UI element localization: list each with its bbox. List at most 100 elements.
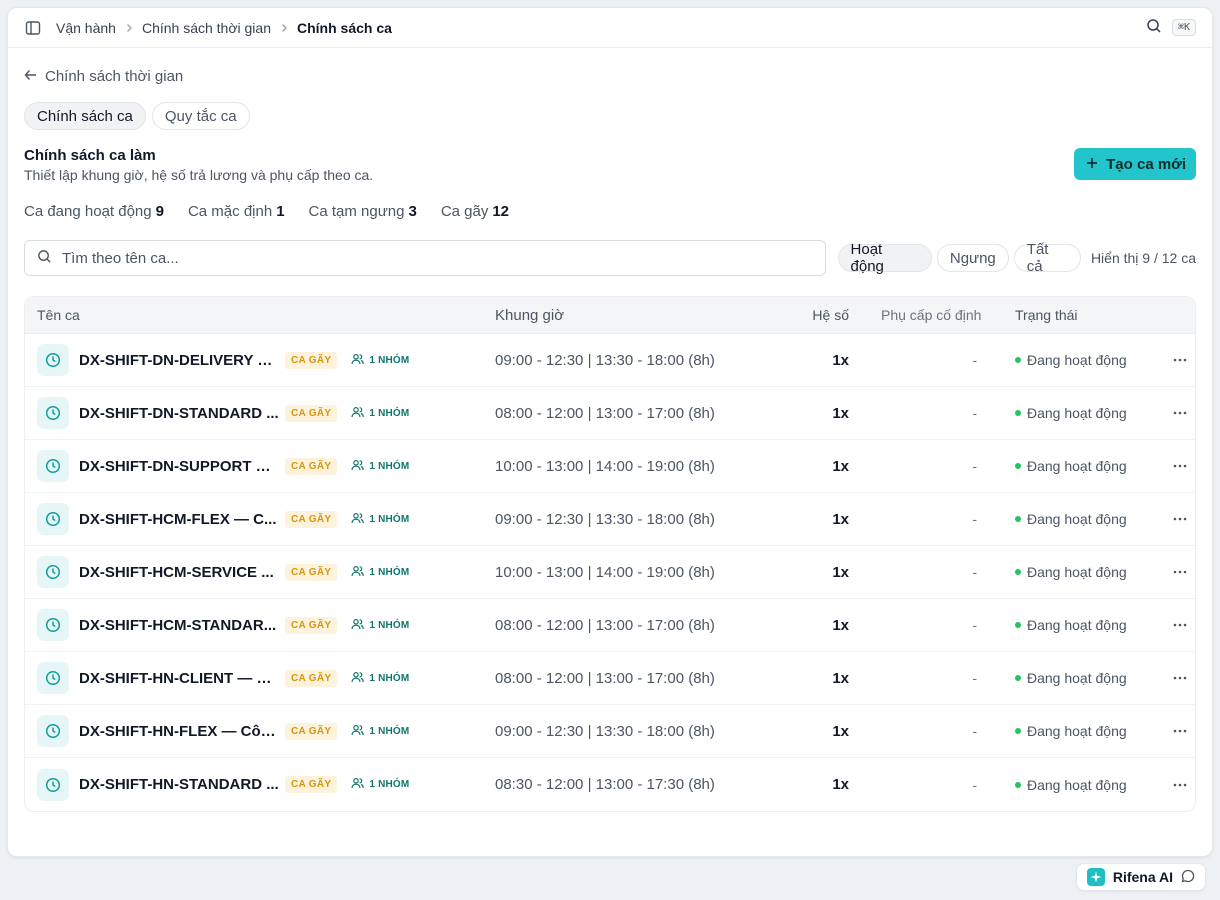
shift-allowance: - [972,723,977,739]
more-horizontal-icon[interactable] [1165,464,1195,468]
table-row[interactable]: DX-SHIFT-HN-STANDARD ... CA GÃY 1 NHÓM 0… [25,758,1195,811]
more-horizontal-icon[interactable] [1165,783,1195,787]
table-row[interactable]: DX-SHIFT-HCM-STANDAR... CA GÃY 1 NHÓM 08… [25,599,1195,652]
stat-label: Ca mặc định [187,203,273,220]
users-icon [351,724,365,739]
table-row[interactable]: DX-SHIFT-HN-CLIENT — Dị... CA GÃY 1 NHÓM… [25,652,1195,705]
more-horizontal-icon[interactable] [1165,623,1195,627]
chevron-right-icon [125,23,133,33]
shift-coefficient: 1x [832,563,849,581]
filter-paused[interactable]: Ngưng [936,244,1009,272]
shift-name: DX-SHIFT-HN-FLEX — Côn... [79,722,279,740]
back-link[interactable]: Chính sách thời gian [24,62,1196,90]
shift-coefficient: 1x [832,351,849,369]
shift-allowance: - [972,511,977,527]
search-box [24,240,826,276]
table-row[interactable]: DX-SHIFT-DN-STANDARD ... CA GÃY 1 NHÓM 0… [25,387,1195,440]
shift-status: Đang hoạt động [1003,458,1165,474]
column-header-status[interactable]: Trạng thái [1003,307,1165,323]
column-header-name[interactable]: Tên ca [25,307,495,323]
clock-icon [37,503,69,535]
search-input[interactable] [62,249,813,267]
shift-name: DX-SHIFT-HCM-FLEX — C... [79,510,277,528]
tab-shift-rules[interactable]: Quy tắc ca [151,102,250,130]
group-count-label: 1 NHÓM [369,779,410,790]
shift-coefficient: 1x [832,510,849,528]
status-dot [1015,675,1021,681]
arrow-left-icon [24,68,37,85]
breadcrumb-item-shift-policy: Chính sách ca [297,19,392,36]
group-count-label: 1 NHÓM [369,460,410,472]
more-horizontal-icon[interactable] [1165,517,1195,521]
status-dot [1015,569,1021,575]
table-row[interactable]: DX-SHIFT-HCM-FLEX — C... CA GÃY 1 NHÓM 0… [25,493,1195,546]
more-horizontal-icon[interactable] [1165,729,1195,733]
table-row[interactable]: DX-SHIFT-HN-FLEX — Côn... CA GÃY 1 NHÓM … [25,705,1195,758]
clock-icon [37,662,69,694]
status-label: Đang hoạt động [1027,776,1127,793]
broken-shift-badge: CA GÃY [285,510,338,528]
chat-icon [1181,869,1195,886]
filter-all[interactable]: Tất cả [1013,241,1081,275]
table-row[interactable]: DX-SHIFT-HCM-SERVICE ... CA GÃY 1 NHÓM 1… [25,546,1195,599]
shift-status: Đang hoạt động [1003,405,1165,421]
search-icon[interactable] [1146,18,1162,37]
more-horizontal-icon[interactable] [1165,411,1195,415]
stat-value: 1 [276,203,285,220]
table-row[interactable]: DX-SHIFT-DN-DELIVERY —... CA GÃY 1 NHÓM … [25,334,1195,387]
shift-name-cell: DX-SHIFT-HN-CLIENT — Dị... CA GÃY 1 NHÓM [25,662,495,694]
shift-name-cell: DX-SHIFT-DN-DELIVERY —... CA GÃY 1 NHÓM [25,344,495,376]
stat-value: 12 [492,203,510,220]
shift-coefficient: 1x [832,669,849,687]
shift-status: Đang hoạt động [1003,670,1165,686]
column-header-time[interactable]: Khung giờ [495,307,757,324]
stat-label: Ca gãy [440,203,489,220]
sidebar-toggle-icon[interactable] [24,19,42,37]
shift-name-cell: DX-SHIFT-HN-STANDARD ... CA GÃY 1 NHÓM [25,768,495,801]
filter-active[interactable]: Hoạt động [837,241,932,275]
more-horizontal-icon[interactable] [1165,570,1195,574]
clock-icon [37,556,69,588]
tab-bar: Chính sách ca Quy tắc ca [24,102,1196,130]
shift-name: DX-SHIFT-HN-CLIENT — Dị... [79,669,279,687]
users-icon [351,512,365,527]
column-header-allowance[interactable]: Phụ cấp cố định [859,307,1003,323]
status-dot [1015,781,1021,788]
group-count: 1 NHÓM [351,671,409,686]
breadcrumb-item-operations[interactable]: Vận hành [56,20,116,36]
stat-active: Ca đang hoạt động 9 [24,203,164,220]
broken-shift-badge: CA GÃY [285,776,338,793]
clock-icon [37,609,69,641]
broken-shift-badge: CA GÃY [285,616,338,634]
shift-status: Đang hoạt động [1003,511,1165,527]
more-horizontal-icon[interactable] [1165,358,1195,362]
stat-paused: Ca tạm ngưng 3 [309,203,417,220]
column-header-coef[interactable]: Hệ số [757,307,859,323]
stat-value: 3 [408,203,417,220]
stat-default: Ca mặc định 1 [188,203,285,220]
breadcrumb-item-time-policy[interactable]: Chính sách thời gian [142,20,271,36]
create-shift-label: Tạo ca mới [1106,155,1186,173]
shift-coefficient: 1x [832,776,849,793]
status-label: Đang hoạt động [1027,458,1127,474]
ai-assistant-button[interactable]: Rifena AI [1075,863,1206,891]
shift-allowance: - [972,776,977,793]
shift-time-range: 09:00 - 12:30 | 13:30 - 18:00 (8h) [495,722,715,740]
create-shift-button[interactable]: Tạo ca mới [1074,148,1196,180]
chevron-right-icon [280,23,288,33]
shift-coefficient: 1x [832,616,849,634]
shift-allowance: - [972,617,977,633]
stat-broken: Ca gãy 12 [441,203,509,220]
search-icon [37,249,52,267]
page-subtitle: Thiết lập khung giờ, hệ số trả lương và … [24,167,374,183]
tab-shift-policy[interactable]: Chính sách ca [24,102,146,130]
shift-time-range: 10:00 - 13:00 | 14:00 - 19:00 (8h) [495,563,715,581]
table-header: Tên ca Khung giờ Hệ số Phụ cấp cố định T… [25,297,1195,334]
shift-name: DX-SHIFT-HCM-SERVICE ... [79,563,274,581]
more-horizontal-icon[interactable] [1165,676,1195,680]
table-row[interactable]: DX-SHIFT-DN-SUPPORT —... CA GÃY 1 NHÓM 1… [25,440,1195,493]
shift-name-cell: DX-SHIFT-DN-SUPPORT —... CA GÃY 1 NHÓM [25,450,495,482]
clock-icon [37,768,69,801]
group-count: 1 NHÓM [351,353,409,368]
shift-name-cell: DX-SHIFT-HCM-STANDAR... CA GÃY 1 NHÓM [25,609,495,641]
